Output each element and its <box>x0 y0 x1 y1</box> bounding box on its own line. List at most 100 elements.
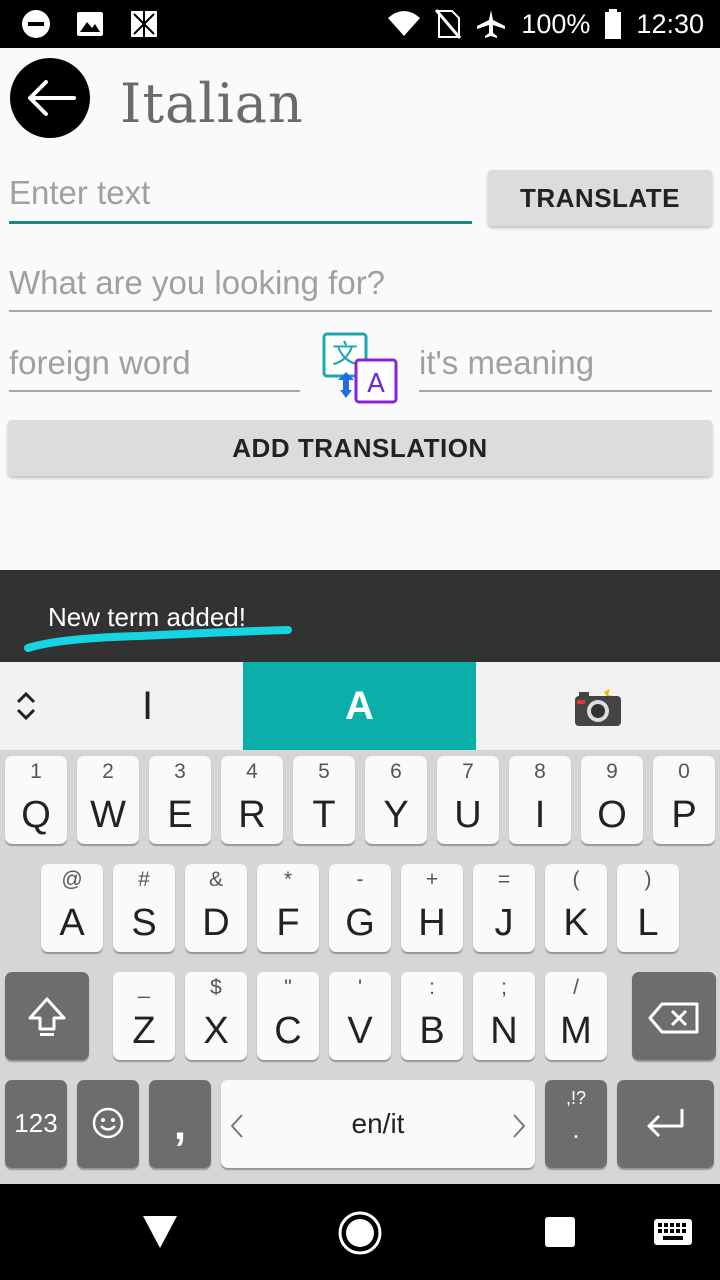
key-label: U <box>454 794 482 836</box>
key-hint: & <box>208 868 223 891</box>
svg-text:A: A <box>367 369 385 399</box>
key-hint: = <box>497 868 511 891</box>
key-hint: 3 <box>174 760 186 783</box>
key-p[interactable]: 0P <box>653 756 715 844</box>
key-h[interactable]: + H <box>401 864 463 952</box>
key-label: K <box>563 902 589 944</box>
key-r[interactable]: 4R <box>221 756 283 844</box>
key-label: N <box>490 1010 518 1052</box>
recents-nav-icon[interactable] <box>544 1216 576 1248</box>
key-hint: : <box>429 976 435 999</box>
key-e[interactable]: 3E <box>149 756 211 844</box>
key-c[interactable]: " C <box>257 972 319 1060</box>
key-label: X <box>203 1010 229 1052</box>
do-not-disturb-icon <box>22 10 50 38</box>
comma-key[interactable]: , <box>149 1080 211 1168</box>
key-hint: 4 <box>246 760 258 783</box>
key-hint: ; <box>501 976 507 999</box>
key-label: V <box>347 1010 373 1052</box>
key-x[interactable]: $ X <box>185 972 247 1060</box>
key-n[interactable]: ; N <box>473 972 535 1060</box>
key-u[interactable]: 7U <box>437 756 499 844</box>
emoji-key[interactable] <box>77 1080 139 1168</box>
camera-emoji-suggestion[interactable] <box>476 662 720 750</box>
meaning-placeholder: it's meaning <box>419 344 595 381</box>
home-nav-icon[interactable] <box>337 1210 383 1256</box>
key-a[interactable]: @ A <box>41 864 103 952</box>
enter-key[interactable] <box>617 1080 714 1168</box>
key-t[interactable]: 5T <box>293 756 355 844</box>
input-underline <box>419 390 712 392</box>
input-underline <box>9 390 300 392</box>
keyboard: 1Q 2W 3E 4R 5T 6Y 7U 8I 9O 0P @ A # S & D *… <box>0 750 720 1184</box>
key-label: L <box>637 902 659 944</box>
key-hint: 6 <box>390 760 402 783</box>
numbers-key[interactable]: 123 <box>5 1080 67 1168</box>
airplane-mode-icon <box>477 10 506 38</box>
key-hint: 0 <box>678 760 690 783</box>
shift-key[interactable] <box>5 972 89 1060</box>
add-translation-button[interactable]: ADD TRANSLATION <box>8 420 712 476</box>
key-hint: 9 <box>606 760 618 783</box>
foreign-word-input[interactable]: foreign word <box>9 344 300 392</box>
key-d[interactable]: & D <box>185 864 247 952</box>
suggestion-1[interactable]: I <box>52 662 243 750</box>
key-m[interactable]: / M <box>545 972 607 1060</box>
key-k[interactable]: (K <box>545 864 607 952</box>
key-hint: * <box>283 868 293 891</box>
key-g[interactable]: -G <box>329 864 391 952</box>
back-button[interactable] <box>10 58 90 138</box>
backspace-icon <box>648 1002 699 1034</box>
key-label: Q <box>21 794 51 836</box>
suggestion-2[interactable]: A <box>243 662 476 750</box>
key-w[interactable]: 2W <box>77 756 139 844</box>
back-nav-icon[interactable] <box>141 1214 179 1250</box>
key-label: I <box>534 794 546 836</box>
battery-percentage: 100% <box>521 8 591 39</box>
key-hint: _ <box>138 976 150 999</box>
foreign-word-placeholder: foreign word <box>9 344 191 381</box>
key-v[interactable]: ' V <box>329 972 391 1060</box>
enter-icon <box>647 1109 684 1138</box>
key-hint: 2 <box>102 760 114 783</box>
enter-text-placeholder: Enter text <box>9 174 151 211</box>
key-y[interactable]: 6Y <box>365 756 427 844</box>
period-key[interactable]: ,!?. <box>545 1080 607 1168</box>
backspace-key[interactable] <box>632 972 716 1060</box>
key-label: C <box>274 1010 302 1052</box>
key-hint: / <box>573 976 579 999</box>
key-label: D <box>202 902 230 944</box>
key-hint: ( <box>572 868 580 891</box>
key-b[interactable]: :B <box>401 972 463 1060</box>
space-bar[interactable]: en/it <box>221 1080 535 1168</box>
battery-icon <box>605 9 622 39</box>
key-hint: 8 <box>534 760 546 783</box>
key-z[interactable]: _ Z <box>113 972 175 1060</box>
key-o[interactable]: 9O <box>581 756 643 844</box>
translate-button[interactable]: TRANSLATE <box>488 170 712 226</box>
key-label: T <box>312 794 336 836</box>
key-hint: # <box>138 868 150 891</box>
key-f[interactable]: * F <box>257 864 319 952</box>
keyboard-switch-icon[interactable] <box>653 1218 693 1246</box>
key-label: Y <box>383 794 409 836</box>
meaning-input[interactable]: it's meaning <box>419 344 712 392</box>
key-hint: " <box>284 976 292 999</box>
key-label: H <box>418 902 446 944</box>
key-j[interactable]: = J <box>473 864 535 952</box>
key-hint: ,!? <box>565 1088 586 1108</box>
key-label: B <box>419 1010 445 1052</box>
expand-suggestions-button[interactable] <box>0 662 52 750</box>
shift-icon <box>28 997 66 1036</box>
key-label: S <box>131 902 157 944</box>
search-input[interactable]: What are you looking for? <box>9 264 712 312</box>
key-i[interactable]: 8I <box>509 756 571 844</box>
key-s[interactable]: # S <box>113 864 175 952</box>
translate-icon[interactable]: 文 A <box>320 330 400 408</box>
wifi-icon <box>388 11 421 36</box>
key-q[interactable]: 1Q <box>5 756 67 844</box>
key-l[interactable]: ) L <box>617 864 679 952</box>
clock: 12:30 <box>636 8 704 39</box>
key-hint: + <box>425 868 439 891</box>
enter-text-input[interactable]: Enter text <box>9 174 472 224</box>
